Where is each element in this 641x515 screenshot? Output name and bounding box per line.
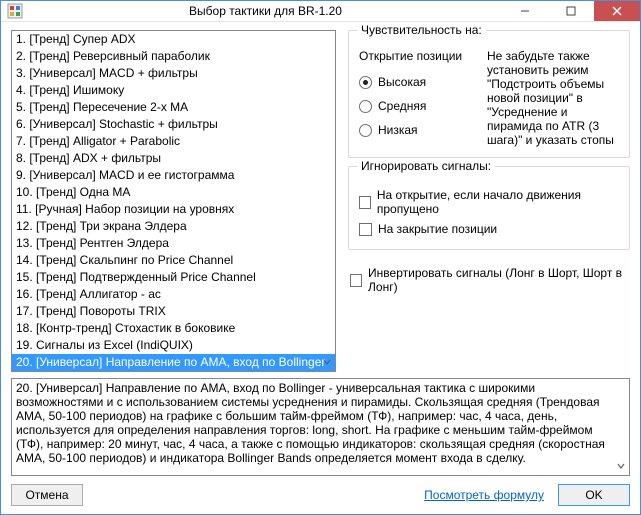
close-button[interactable] (594, 1, 640, 21)
list-item[interactable]: 8. [Тренд] ADX + фильтры (12, 150, 335, 167)
cancel-button-label: Отмена (25, 488, 68, 502)
radio-medium[interactable]: Средняя (359, 95, 477, 117)
ok-button-label: OK (585, 488, 602, 502)
ok-button[interactable]: OK (558, 484, 630, 506)
window-controls (502, 1, 640, 21)
list-item[interactable]: 6. [Универсал] Stochastic + фильтры (12, 116, 335, 133)
open-position-label: Открытие позиции (359, 49, 477, 63)
list-item[interactable]: 5. [Тренд] Пересечение 2-х MA (12, 99, 335, 116)
description-textbox[interactable]: 20. [Универсал] Направление по AMA, вход… (11, 378, 630, 476)
radio-low[interactable]: Низкая (359, 119, 477, 141)
list-item[interactable]: 16. [Тренд] Аллигатор - ас (12, 286, 335, 303)
radio-high-label: Высокая (378, 75, 426, 89)
list-item[interactable]: 14. [Тренд] Скальпинг по Price Channel (12, 252, 335, 269)
radio-low-label: Низкая (378, 123, 418, 137)
maximize-button[interactable] (548, 1, 594, 21)
radio-icon (359, 100, 372, 113)
radio-high[interactable]: Высокая (359, 71, 477, 93)
radio-icon (359, 124, 372, 137)
check-invert-label: Инвертировать сигналы (Лонг в Шорт, Шорт… (368, 266, 630, 294)
radio-medium-label: Средняя (378, 99, 426, 113)
list-item[interactable]: 2. [Тренд] Реверсивный параболик (12, 48, 335, 65)
list-item[interactable]: 20. [Универсал] Направление по AMA, вход… (12, 354, 335, 371)
formula-link-label: Посмотреть формулу (424, 488, 544, 502)
list-item[interactable]: 1. [Тренд] Супер ADX (12, 31, 335, 48)
app-icon (7, 3, 23, 19)
footer: Отмена Посмотреть формулу OK (11, 484, 630, 506)
content-area: 1. [Тренд] Супер ADX2. [Тренд] Реверсивн… (1, 22, 640, 514)
formula-link[interactable]: Посмотреть формулу (424, 488, 544, 502)
checkbox-icon (359, 196, 371, 209)
sensitivity-note: Не забудьте также установить режим "Подс… (487, 49, 619, 147)
ignore-signals-group: Игнорировать сигналы: На открытие, если … (348, 166, 630, 250)
list-item[interactable]: 10. [Тренд] Одна MA (12, 184, 335, 201)
list-item[interactable]: 18. [Контр-тренд] Стохастик в боковике (12, 320, 335, 337)
scroll-down-icon[interactable] (319, 353, 334, 370)
radio-icon (359, 76, 372, 89)
list-item[interactable]: 15. [Тренд] Подтвержденный Price Channel (12, 269, 335, 286)
cancel-button[interactable]: Отмена (11, 484, 83, 506)
tactics-listbox[interactable]: 1. [Тренд] Супер ADX2. [Тренд] Реверсивн… (11, 30, 336, 372)
scroll-down-icon[interactable] (613, 457, 628, 474)
window-title: Выбор тактики для BR-1.20 (29, 4, 502, 18)
list-item[interactable]: 11. [Ручная] Набор позиции на уровнях (12, 201, 335, 218)
list-item[interactable]: 7. [Тренд] Alligator + Parabolic (12, 133, 335, 150)
list-item[interactable]: 13. [Тренд] Рентген Элдера (12, 235, 335, 252)
list-item[interactable]: 4. [Тренд] Ишимоку (12, 82, 335, 99)
description-text: 20. [Универсал] Направление по AMA, вход… (16, 381, 625, 476)
check-ignore-close-label: На закрытие позиции (378, 222, 497, 236)
list-item[interactable]: 12. [Тренд] Три экрана Элдера (12, 218, 335, 235)
right-panel: Чувствительность на: Открытие позиции Вы… (348, 30, 630, 372)
check-ignore-open-label: На открытие, если начало движения пропущ… (377, 188, 619, 216)
sensitivity-group-title: Чувствительность на: (357, 23, 486, 37)
titlebar: Выбор тактики для BR-1.20 (1, 1, 640, 22)
list-item[interactable]: 3. [Универсал] MACD + фильтры (12, 65, 335, 82)
checkbox-icon (350, 274, 362, 287)
list-item[interactable]: 17. [Тренд] Повороты TRIX (12, 303, 335, 320)
check-invert-signals[interactable]: Инвертировать сигналы (Лонг в Шорт, Шорт… (348, 258, 630, 294)
sensitivity-group: Чувствительность на: Открытие позиции Вы… (348, 30, 630, 158)
check-ignore-open[interactable]: На открытие, если начало движения пропущ… (359, 185, 619, 219)
minimize-button[interactable] (502, 1, 548, 21)
top-row: 1. [Тренд] Супер ADX2. [Тренд] Реверсивн… (11, 30, 630, 372)
list-item[interactable]: 9. [Универсал] MACD и ее гистограмма (12, 167, 335, 184)
ignore-group-title: Игнорировать сигналы: (357, 159, 495, 173)
checkbox-icon (359, 223, 372, 236)
list-item[interactable]: 19. Сигналы из Excel (IndiQUIX) (12, 337, 335, 354)
dialog-window: Выбор тактики для BR-1.20 1. [Тренд] Суп… (0, 0, 641, 515)
check-ignore-close[interactable]: На закрытие позиции (359, 219, 619, 239)
